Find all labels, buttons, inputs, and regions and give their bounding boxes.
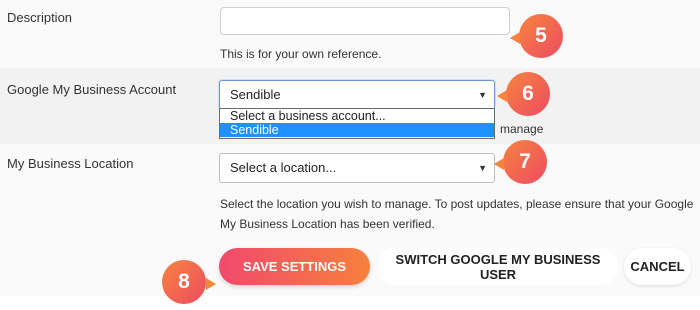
account-select[interactable]: Sendible ▼ [219,80,495,110]
caret-down-icon: ▼ [478,163,487,173]
location-label: My Business Location [7,156,134,171]
location-select[interactable]: Select a location... ▼ [219,153,495,183]
description-row: Description This is for your own referen… [0,0,700,68]
account-option-selected[interactable]: Sendible [220,123,494,137]
account-dropdown-list: Select a business account... Sendible [219,108,495,139]
description-help: This is for your own reference. [220,47,382,61]
switch-user-button[interactable]: SWITCH GOOGLE MY BUSINESS USER [378,248,618,285]
account-help-partial: manage [500,122,544,136]
cancel-button[interactable]: CANCEL [624,248,691,285]
caret-down-icon: ▼ [478,90,487,100]
location-help-line1: Select the location you wish to manage. … [220,197,694,211]
description-label: Description [7,10,73,25]
save-settings-button[interactable]: SAVE SETTINGS [219,248,370,285]
account-select-value: Sendible [230,87,281,102]
account-option[interactable]: Select a business account... [220,109,494,123]
location-select-value: Select a location... [230,160,337,175]
account-label: Google My Business Account [7,82,177,97]
description-input[interactable] [220,7,510,35]
location-help-line2: My Business Location has been verified. [220,217,435,231]
step-badge-8: 8 [162,260,206,304]
step-badge-5: 5 [519,14,563,58]
step-badge-7: 7 [503,140,547,184]
step-badge-6: 6 [506,72,550,116]
